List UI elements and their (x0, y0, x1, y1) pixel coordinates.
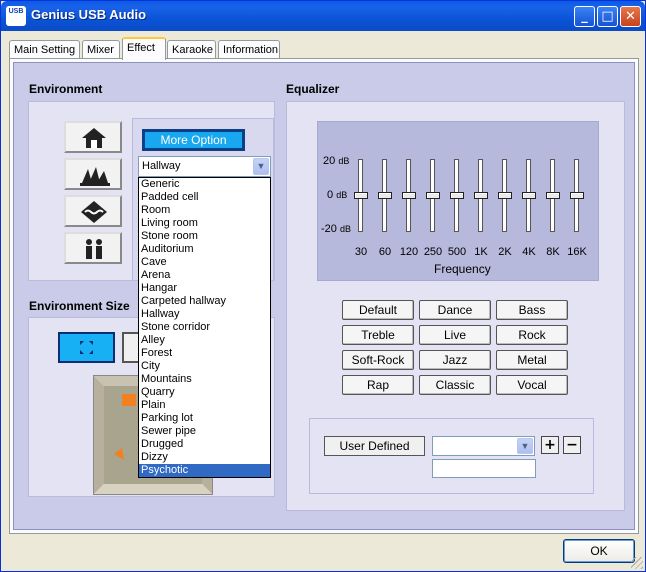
maximize-button[interactable]: □ (597, 6, 618, 27)
expand-arrows-icon (80, 341, 93, 354)
ok-button[interactable]: OK (563, 539, 635, 563)
environment-option[interactable]: Auditorium (139, 243, 270, 256)
environment-option[interactable]: Dizzy (139, 451, 270, 464)
environment-option[interactable]: Psychotic (139, 464, 270, 477)
people-icon (86, 239, 102, 259)
tab-effect[interactable]: Effect (122, 37, 166, 60)
frequency-label: Frequency (434, 262, 491, 276)
eq-slider-thumb[interactable] (402, 192, 416, 199)
user-defined-select[interactable]: ▼ (432, 436, 535, 456)
environment-option[interactable]: Drugged (139, 438, 270, 451)
opera-house-icon (80, 167, 110, 186)
environment-select[interactable]: Hallway ▼ (138, 156, 271, 177)
eq-slider-thumb[interactable] (354, 192, 368, 199)
window-title: Genius USB Audio (31, 7, 147, 22)
close-button[interactable]: ✕ (620, 6, 641, 27)
eq-frequency-label: 16K (567, 246, 587, 258)
eq-preset-treble-button[interactable]: Treble (342, 325, 414, 345)
chevron-down-icon[interactable]: ▼ (253, 158, 269, 175)
title-bar[interactable]: USB Genius USB Audio _ □ ✕ (1, 1, 645, 31)
house-icon (82, 128, 106, 148)
chevron-down-icon[interactable]: ▼ (517, 438, 533, 454)
minimize-button[interactable]: _ (574, 6, 595, 27)
tab-information[interactable]: Information (218, 40, 280, 60)
eq-preset-metal-button[interactable]: Metal (496, 350, 568, 370)
db-mid-label: 0 dB (327, 189, 348, 201)
eq-preset-rap-button[interactable]: Rap (342, 375, 414, 395)
size-expand-button[interactable] (58, 332, 115, 363)
eq-preset-jazz-button[interactable]: Jazz (419, 350, 491, 370)
preset-name-input[interactable] (432, 459, 536, 478)
eq-slider-thumb[interactable] (474, 192, 488, 199)
environment-option[interactable]: Plain (139, 399, 270, 412)
environment-option[interactable]: Living room (139, 217, 270, 230)
eq-preset-dance-button[interactable]: Dance (419, 300, 491, 320)
main-window: USB Genius USB Audio _ □ ✕ Main Setting … (0, 0, 646, 572)
environment-dropdown-list[interactable]: Generic Padded cell Room Living room Stone r… (138, 177, 271, 478)
environment-size-title: Environment Size (29, 299, 130, 313)
add-preset-button[interactable]: + (541, 436, 559, 454)
environment-option[interactable]: Generic (139, 178, 270, 191)
environment-option[interactable]: Forest (139, 347, 270, 360)
water-icon (81, 201, 107, 223)
eq-preset-classic-button[interactable]: Classic (419, 375, 491, 395)
environment-option[interactable]: Padded cell (139, 191, 270, 204)
user-defined-button[interactable]: User Defined (324, 436, 425, 456)
more-option-button[interactable]: More Option (142, 129, 245, 151)
environment-option[interactable]: Room (139, 204, 270, 217)
environment-option[interactable]: Carpeted hallway (139, 295, 270, 308)
environment-option[interactable]: Stone room (139, 230, 270, 243)
tab-mixer[interactable]: Mixer (82, 40, 120, 60)
eq-preset-vocal-button[interactable]: Vocal (496, 375, 568, 395)
environment-title: Environment (29, 82, 103, 96)
eq-slider-thumb[interactable] (450, 192, 464, 199)
environment-option[interactable]: Hangar (139, 282, 270, 295)
eq-preset-bass-button[interactable]: Bass (496, 300, 568, 320)
eq-slider-thumb[interactable] (378, 192, 392, 199)
env-preset-water-button[interactable] (64, 195, 122, 227)
tab-karaoke[interactable]: Karaoke (167, 40, 216, 60)
usb-app-icon: USB (6, 6, 26, 26)
eq-preset-soft-rock-button[interactable]: Soft-Rock (342, 350, 414, 370)
db-bottom-label: -20 dB (321, 223, 351, 235)
eq-slider-thumb[interactable] (522, 192, 536, 199)
env-preset-house-button[interactable] (64, 121, 122, 153)
resize-grip[interactable] (631, 557, 643, 569)
environment-option[interactable]: Hallway (139, 308, 270, 321)
environment-option[interactable]: City (139, 360, 270, 373)
env-preset-people-button[interactable] (64, 232, 122, 264)
env-preset-opera-button[interactable] (64, 158, 122, 190)
environment-option[interactable]: Cave (139, 256, 270, 269)
environment-select-value: Hallway (142, 160, 181, 172)
eq-slider-thumb[interactable] (570, 192, 584, 199)
eq-slider-thumb[interactable] (498, 192, 512, 199)
eq-slider-thumb[interactable] (546, 192, 560, 199)
environment-option[interactable]: Quarry (139, 386, 270, 399)
environment-option[interactable]: Sewer pipe (139, 425, 270, 438)
remove-preset-button[interactable]: − (563, 436, 581, 454)
environment-option[interactable]: Arena (139, 269, 270, 282)
environment-option[interactable]: Stone corridor (139, 321, 270, 334)
db-top-label: 20 dB (323, 155, 350, 167)
tab-main-setting[interactable]: Main Setting (9, 40, 80, 60)
eq-slider-thumb[interactable] (426, 192, 440, 199)
eq-preset-rock-button[interactable]: Rock (496, 325, 568, 345)
eq-preset-live-button[interactable]: Live (419, 325, 491, 345)
equalizer-title: Equalizer (286, 82, 340, 96)
eq-preset-default-button[interactable]: Default (342, 300, 414, 320)
user-defined-group (309, 418, 594, 494)
environment-option[interactable]: Alley (139, 334, 270, 347)
environment-option[interactable]: Parking lot (139, 412, 270, 425)
environment-option[interactable]: Mountains (139, 373, 270, 386)
